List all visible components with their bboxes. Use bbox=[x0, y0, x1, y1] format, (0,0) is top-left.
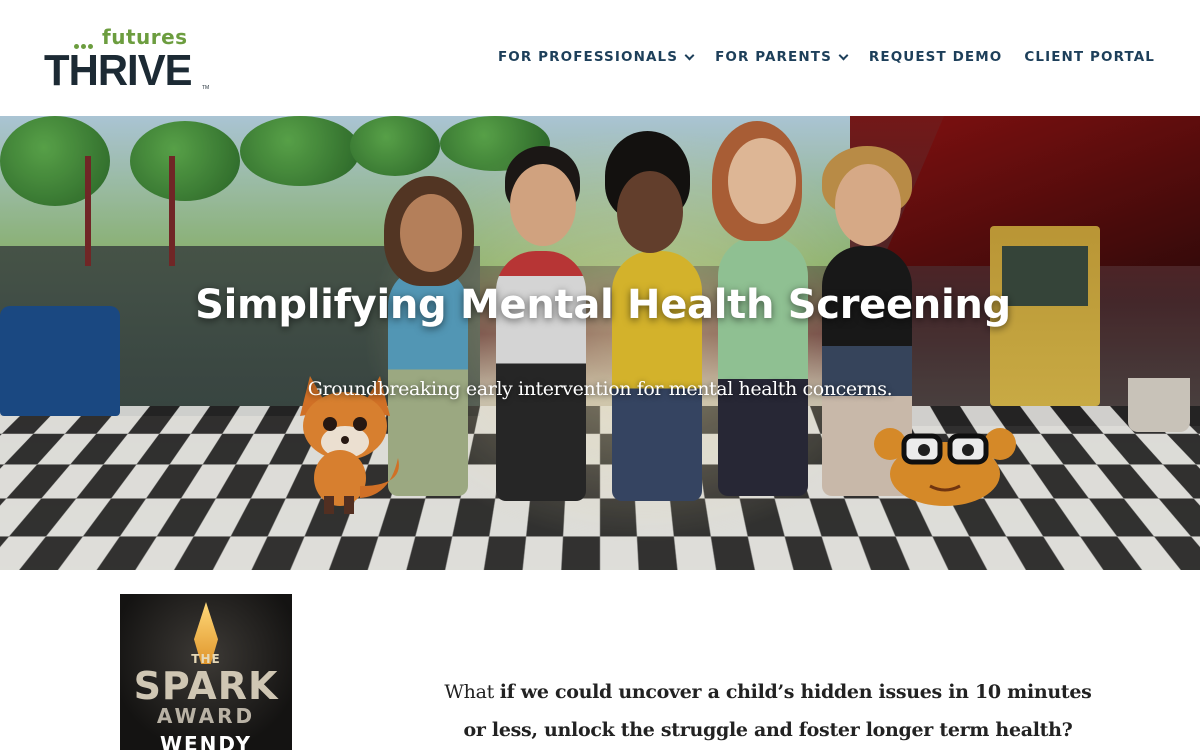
nav-label: FOR PROFESSIONALS bbox=[497, 49, 679, 65]
logo-thrive-text: THRIVE bbox=[44, 46, 193, 95]
spark-award-badge: THE SPARK AWARD WENDY bbox=[120, 594, 292, 750]
nav-label: REQUEST DEMO bbox=[868, 49, 1003, 65]
award-recipient-name: WENDY bbox=[159, 732, 253, 750]
nav-for-parents[interactable]: FOR PARENTS bbox=[715, 49, 849, 65]
chevron-down-icon bbox=[838, 50, 849, 60]
hero-overlay bbox=[0, 116, 1200, 570]
nav-label: CLIENT PORTAL bbox=[1024, 49, 1155, 65]
intro-paragraph: What if we could uncover a child’s hidde… bbox=[432, 673, 1104, 749]
nav-for-professionals[interactable]: FOR PROFESSIONALS bbox=[497, 49, 695, 65]
hero-subtitle: Groundbreaking early intervention for me… bbox=[307, 378, 893, 400]
hero-banner: Simplifying Mental Health Screening Grou… bbox=[0, 116, 1200, 570]
nav-label: FOR PARENTS bbox=[715, 49, 832, 65]
site-header: futures THRIVE TM FOR PROFESSIONALS FOR … bbox=[0, 0, 1200, 116]
intro-prefix: What bbox=[444, 681, 494, 703]
nav-client-portal[interactable]: CLIENT PORTAL bbox=[1024, 49, 1155, 65]
futures-thrive-logo[interactable]: futures THRIVE TM bbox=[44, 25, 214, 95]
intro-bold-text: if we could uncover a child’s hidden iss… bbox=[463, 681, 1092, 741]
award-award-text: AWARD bbox=[156, 704, 256, 728]
award-spark-text: SPARK bbox=[133, 664, 279, 708]
logo-trademark: TM bbox=[202, 85, 210, 91]
hero-title: Simplifying Mental Health Screening bbox=[195, 282, 1011, 328]
nav-request-demo[interactable]: REQUEST DEMO bbox=[869, 49, 1002, 65]
chevron-down-icon bbox=[684, 50, 695, 60]
main-nav: FOR PROFESSIONALS FOR PARENTS REQUEST DE… bbox=[498, 49, 1155, 65]
